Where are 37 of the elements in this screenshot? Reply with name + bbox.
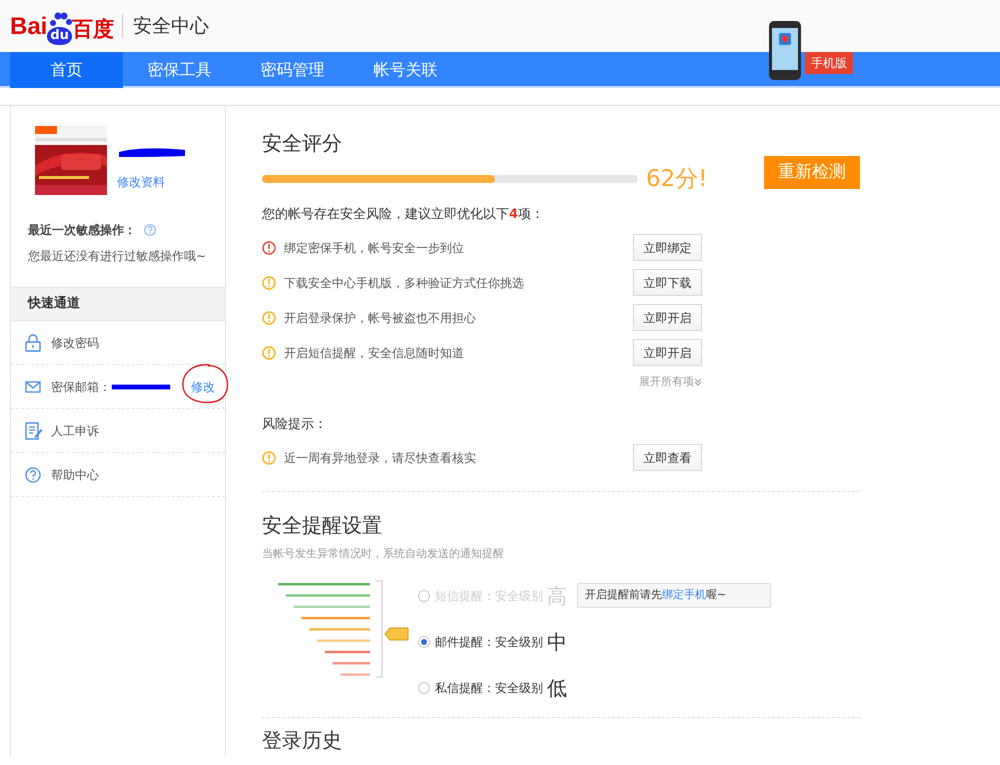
recent-operation-text: 您最近还没有进行过敏感操作哦~ xyxy=(28,248,208,265)
section-title: 登录历史 xyxy=(262,728,343,752)
nav-tab[interactable]: 密保工具 xyxy=(123,52,236,88)
edit-profile-link[interactable]: 修改资料 xyxy=(117,173,187,191)
score-reading: 62分! xyxy=(646,165,708,194)
quick-link[interactable]: 密保邮箱： xyxy=(51,378,111,396)
recent-operation-title: 最近一次敏感操作： xyxy=(28,222,136,239)
risk-tips-title: 风险提示： xyxy=(262,416,328,434)
quick-link[interactable]: 帮助中心 xyxy=(51,466,99,484)
section-title: 安全提醒设置 xyxy=(262,512,383,539)
section-subtitle: 当帐号发生异常情况时，系统自动发送的通知提醒 xyxy=(262,546,505,562)
section-title: 安全评分 xyxy=(262,130,343,157)
quick-link[interactable]: 修改密码 xyxy=(51,334,99,352)
action-button[interactable]: 立即开启 xyxy=(633,339,702,366)
action-button[interactable]: 立即查看 xyxy=(633,444,702,471)
nav-tab[interactable]: 首页 xyxy=(10,52,123,88)
risk-summary: 您的帐号存在安全风险，建议立即优化以下4项： xyxy=(262,206,546,224)
quick-link[interactable]: 人工申诉 xyxy=(51,422,99,440)
risk-item-text: 开启短信提醒，安全信息随时知道 xyxy=(284,344,464,362)
risk-item-text: 近一周有异地登录，请尽快查看核实 xyxy=(284,450,476,466)
quick-access-title: 快速通道 xyxy=(28,295,80,314)
risk-item-text: 绑定密保手机，帐号安全一步到位 xyxy=(284,240,464,256)
action-button[interactable]: 立即开启 xyxy=(633,304,702,331)
nav-tab[interactable]: 帐号关联 xyxy=(349,52,462,88)
action-button[interactable]: 立即下载 xyxy=(633,269,702,296)
risk-item-text: 开启登录保护，帐号被盗也不用担心 xyxy=(284,310,476,326)
risk-item-text: 下载安全中心手机版，多种验证方式任你挑选 xyxy=(284,274,524,292)
radio-option[interactable]: 邮件提醒：安全级别 xyxy=(418,632,543,650)
nav-tab[interactable]: 密码管理 xyxy=(236,52,349,88)
edit-link[interactable]: 修改 xyxy=(191,378,215,396)
tooltip-text: 开启提醒前请先绑定手机喔~ xyxy=(585,588,726,602)
mobile-version-ribbon[interactable]: 手机版 xyxy=(805,52,853,74)
radio-option[interactable]: 私信提醒：安全级别 xyxy=(418,678,543,696)
action-button[interactable]: 立即绑定 xyxy=(633,234,702,261)
level-grade: 中 xyxy=(547,628,567,656)
level-grade: 低 xyxy=(547,674,567,702)
site-title: 安全中心 xyxy=(122,14,209,38)
